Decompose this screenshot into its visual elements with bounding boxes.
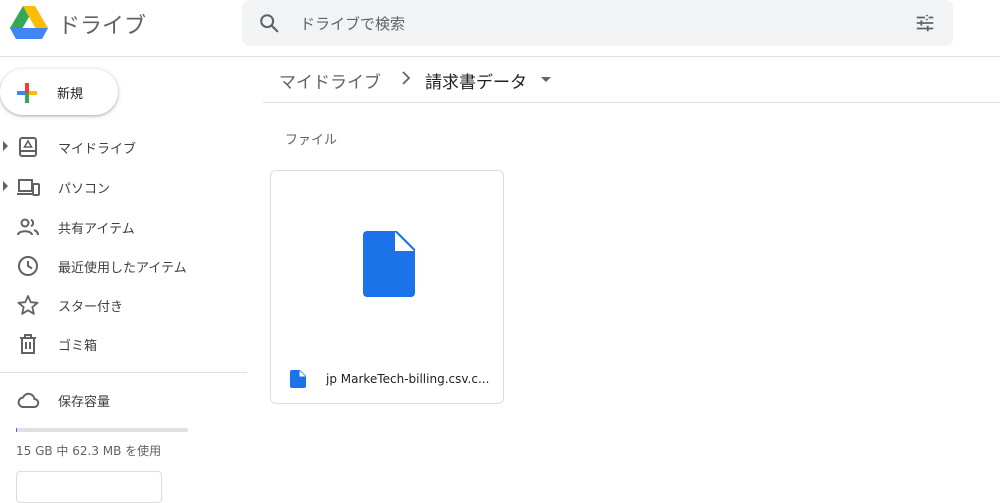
storage-progress-fill (16, 428, 17, 432)
search-input[interactable] (298, 0, 862, 48)
files-section-label: ファイル (285, 133, 338, 148)
sidebar-item-label: 最近使用したアイテム (58, 261, 187, 276)
chevron-right-icon (402, 71, 411, 85)
header: ドライブ (0, 0, 1000, 57)
search-options-icon[interactable] (914, 12, 936, 34)
new-button-label: 新規 (57, 87, 84, 102)
cloud-icon (17, 392, 40, 408)
search-bar[interactable] (242, 0, 953, 48)
breadcrumb-root[interactable]: マイドライブ (279, 68, 381, 93)
app-name[interactable]: ドライブ (58, 8, 146, 40)
clock-icon (18, 256, 38, 276)
star-icon (17, 295, 39, 315)
sidebar-item-label: ゴミ箱 (58, 339, 98, 354)
trash-icon (20, 334, 36, 354)
sidebar-divider (0, 372, 247, 373)
folder-menu-dropdown-icon[interactable] (541, 77, 551, 82)
computers-icon (17, 179, 40, 196)
buy-storage-button[interactable] (16, 471, 162, 503)
storage-progress-bar (16, 428, 188, 432)
file-type-icon (290, 370, 306, 388)
sidebar-item-starred[interactable]: スター付き (0, 286, 247, 322)
breadcrumb-current-folder[interactable]: 請求書データ (425, 68, 527, 93)
sidebar-item-computers[interactable]: パソコン (0, 168, 247, 204)
expand-arrow-icon[interactable] (3, 141, 8, 151)
expand-arrow-icon[interactable] (3, 181, 8, 191)
storage-usage-text: 15 GB 中 62.3 MB を使用 (16, 444, 162, 458)
sidebar-item-trash[interactable]: ゴミ箱 (0, 325, 247, 361)
sidebar-item-storage[interactable]: 保存容量 (0, 381, 247, 417)
breadcrumb: マイドライブ 請求書データ (263, 56, 1000, 103)
sidebar-item-label: 共有アイテム (58, 222, 135, 237)
new-button[interactable]: 新規 (0, 69, 118, 115)
sidebar-item-shared[interactable]: 共有アイテム (0, 208, 247, 244)
storage-label: 保存容量 (58, 395, 111, 410)
my-drive-icon (19, 137, 37, 157)
plus-icon (17, 83, 37, 103)
file-card[interactable]: jp MarkeTech-billing.csv.c... (270, 170, 504, 404)
sidebar-item-label: スター付き (58, 300, 124, 315)
sidebar-item-my-drive[interactable]: マイドライブ (0, 128, 247, 164)
drive-logo-icon[interactable] (10, 6, 48, 40)
shared-people-icon (17, 218, 39, 236)
search-icon[interactable] (258, 12, 280, 34)
file-name: jp MarkeTech-billing.csv.c... (326, 372, 490, 386)
file-icon (363, 231, 415, 297)
sidebar-item-label: パソコン (58, 182, 111, 197)
sidebar-item-recent[interactable]: 最近使用したアイテム (0, 247, 247, 283)
sidebar-item-label: マイドライブ (58, 142, 137, 157)
